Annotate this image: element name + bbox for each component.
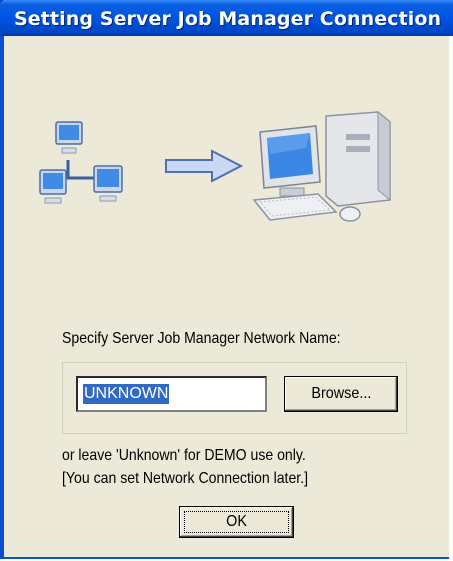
network-name-prompt: Specify Server Job Manager Network Name: [62,330,341,347]
ok-button[interactable]: OK [179,506,294,538]
title-bar[interactable]: Setting Server Job Manager Connection [0,0,453,36]
desktop-computer-icon [252,110,391,222]
demo-note-line2: [You can set Network Connection later.] [62,470,309,487]
network-name-value: UNKNOWN [83,384,170,404]
network-computers-icon [39,121,123,204]
ok-button-label: OK [226,513,247,530]
browse-button-label: Browse... [310,385,372,402]
demo-note-line1: or leave 'Unknown' for DEMO use only. [62,447,306,464]
window-title: Setting Server Job Manager Connection [14,8,442,30]
arrow-right-icon [165,149,244,183]
network-name-input[interactable]: UNKNOWN [76,376,267,412]
dialog-window: Setting Server Job Manager Connection Sp… [0,0,453,559]
browse-button[interactable]: Browse... [284,376,398,412]
